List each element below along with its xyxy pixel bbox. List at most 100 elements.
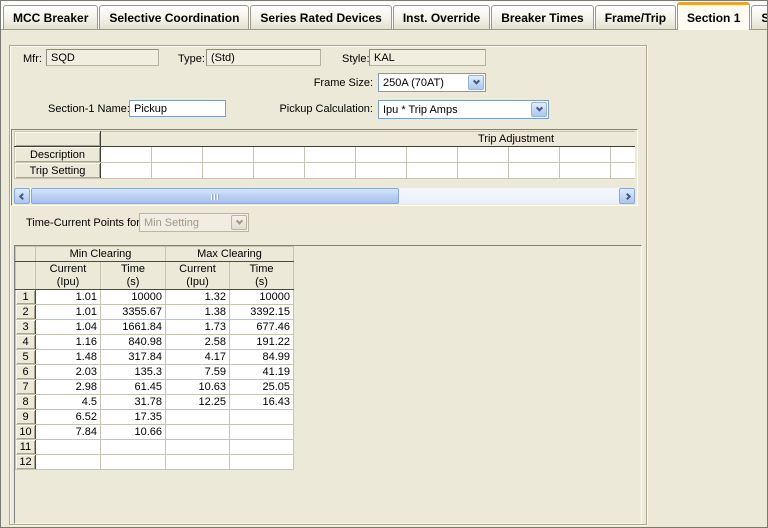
max-current-cell[interactable]: 1.38 (166, 305, 230, 320)
max-current-cell[interactable]: 2.58 (166, 335, 230, 350)
min-current-cell[interactable]: 6.52 (36, 410, 101, 425)
scrollbar-track[interactable] (30, 188, 619, 204)
trip-grid-cell[interactable] (356, 163, 407, 179)
trip-grid-cell[interactable] (203, 147, 254, 163)
max-current-cell[interactable]: 1.32 (166, 290, 230, 305)
tab-breaker-times[interactable]: Breaker Times (491, 5, 594, 29)
row-number[interactable]: 11 (16, 440, 36, 455)
trip-grid-cell[interactable] (305, 147, 356, 163)
max-current-cell[interactable]: 10.63 (166, 380, 230, 395)
tab-inst-override[interactable]: Inst. Override (393, 5, 490, 29)
type-field[interactable] (206, 49, 321, 66)
trip-grid-cell[interactable] (611, 163, 636, 179)
row-number[interactable]: 12 (16, 455, 36, 470)
trip-grid-cell[interactable] (305, 163, 356, 179)
mfr-field[interactable] (46, 49, 159, 66)
horizontal-scrollbar[interactable] (14, 188, 635, 204)
min-time-cell[interactable]: 10.66 (101, 425, 166, 440)
tab-selective-coordination[interactable]: Selective Coordination (99, 5, 249, 29)
max-time-cell[interactable]: 3392.15 (230, 305, 294, 320)
min-current-cell[interactable] (36, 440, 101, 455)
scroll-left-button[interactable] (14, 188, 30, 204)
min-time-cell[interactable]: 31.78 (101, 395, 166, 410)
min-current-cell[interactable]: 1.01 (36, 290, 101, 305)
max-time-cell[interactable]: 41.19 (230, 365, 294, 380)
row-number[interactable]: 8 (16, 395, 36, 410)
pickup-calculation-dropdown-button[interactable] (531, 102, 547, 117)
min-time-cell[interactable]: 10000 (101, 290, 166, 305)
max-current-cell[interactable] (166, 410, 230, 425)
min-time-cell[interactable]: 61.45 (101, 380, 166, 395)
trip-grid-cell[interactable] (101, 163, 152, 179)
max-time-cell[interactable] (230, 410, 294, 425)
trip-grid-cell[interactable] (407, 147, 458, 163)
tab-section-1[interactable]: Section 1 (677, 2, 750, 30)
max-current-cell[interactable] (166, 440, 230, 455)
min-time-cell[interactable]: 1661.84 (101, 320, 166, 335)
trip-grid-cell[interactable] (152, 163, 203, 179)
tab-section-2[interactable]: Section 2 (751, 5, 768, 29)
trip-grid-cell[interactable] (509, 163, 560, 179)
row-number[interactable]: 6 (16, 365, 36, 380)
min-current-cell[interactable]: 2.98 (36, 380, 101, 395)
min-time-cell[interactable]: 3355.67 (101, 305, 166, 320)
trip-grid-cell[interactable] (611, 147, 636, 163)
max-current-cell[interactable]: 4.17 (166, 350, 230, 365)
max-current-cell[interactable]: 7.59 (166, 365, 230, 380)
max-time-cell[interactable]: 16.43 (230, 395, 294, 410)
min-current-cell[interactable]: 7.84 (36, 425, 101, 440)
max-current-cell[interactable]: 1.73 (166, 320, 230, 335)
min-current-cell[interactable]: 1.48 (36, 350, 101, 365)
max-time-cell[interactable]: 677.46 (230, 320, 294, 335)
style-field[interactable] (369, 49, 486, 66)
row-number[interactable]: 2 (16, 305, 36, 320)
frame-size-dropdown-button[interactable] (468, 75, 484, 90)
trip-grid-cell[interactable] (458, 163, 509, 179)
max-time-cell[interactable]: 191.22 (230, 335, 294, 350)
min-time-cell[interactable] (101, 440, 166, 455)
trip-grid-cell[interactable] (356, 147, 407, 163)
min-current-cell[interactable]: 4.5 (36, 395, 101, 410)
tab-series-rated-devices[interactable]: Series Rated Devices (250, 5, 391, 29)
frame-size-combobox[interactable]: 250A (70AT) (378, 73, 486, 92)
min-time-cell[interactable]: 840.98 (101, 335, 166, 350)
min-current-cell[interactable]: 1.01 (36, 305, 101, 320)
min-current-cell[interactable]: 2.03 (36, 365, 101, 380)
min-current-cell[interactable]: 1.16 (36, 335, 101, 350)
max-time-cell[interactable]: 10000 (230, 290, 294, 305)
trip-grid-cell[interactable] (254, 163, 305, 179)
min-current-cell[interactable] (36, 455, 101, 470)
row-number[interactable]: 7 (16, 380, 36, 395)
min-time-cell[interactable]: 135.3 (101, 365, 166, 380)
max-time-cell[interactable]: 25.05 (230, 380, 294, 395)
trip-grid-cell[interactable] (560, 163, 611, 179)
row-number[interactable]: 9 (16, 410, 36, 425)
min-time-cell[interactable]: 17.35 (101, 410, 166, 425)
tab-frame-trip[interactable]: Frame/Trip (595, 5, 676, 29)
trip-grid-cell[interactable] (509, 147, 560, 163)
section-name-field[interactable] (129, 100, 226, 117)
max-time-cell[interactable] (230, 425, 294, 440)
scrollbar-thumb[interactable] (31, 188, 399, 204)
row-number[interactable]: 5 (16, 350, 36, 365)
row-number[interactable]: 10 (16, 425, 36, 440)
trip-grid-cell[interactable] (407, 163, 458, 179)
trip-grid-cell[interactable] (101, 147, 152, 163)
row-number[interactable]: 3 (16, 320, 36, 335)
max-current-cell[interactable] (166, 425, 230, 440)
row-number[interactable]: 1 (16, 290, 36, 305)
trip-grid-cell[interactable] (152, 147, 203, 163)
max-time-cell[interactable] (230, 440, 294, 455)
pickup-calculation-combobox[interactable]: Ipu * Trip Amps (378, 100, 549, 119)
max-time-cell[interactable] (230, 455, 294, 470)
trip-grid-cell[interactable] (254, 147, 305, 163)
scroll-right-button[interactable] (619, 188, 635, 204)
max-current-cell[interactable]: 12.25 (166, 395, 230, 410)
min-time-cell[interactable] (101, 455, 166, 470)
trip-grid-cell[interactable] (560, 147, 611, 163)
trip-grid-cell[interactable] (458, 147, 509, 163)
min-current-cell[interactable]: 1.04 (36, 320, 101, 335)
min-time-cell[interactable]: 317.84 (101, 350, 166, 365)
max-current-cell[interactable] (166, 455, 230, 470)
tab-mcc-breaker[interactable]: MCC Breaker (3, 5, 98, 29)
